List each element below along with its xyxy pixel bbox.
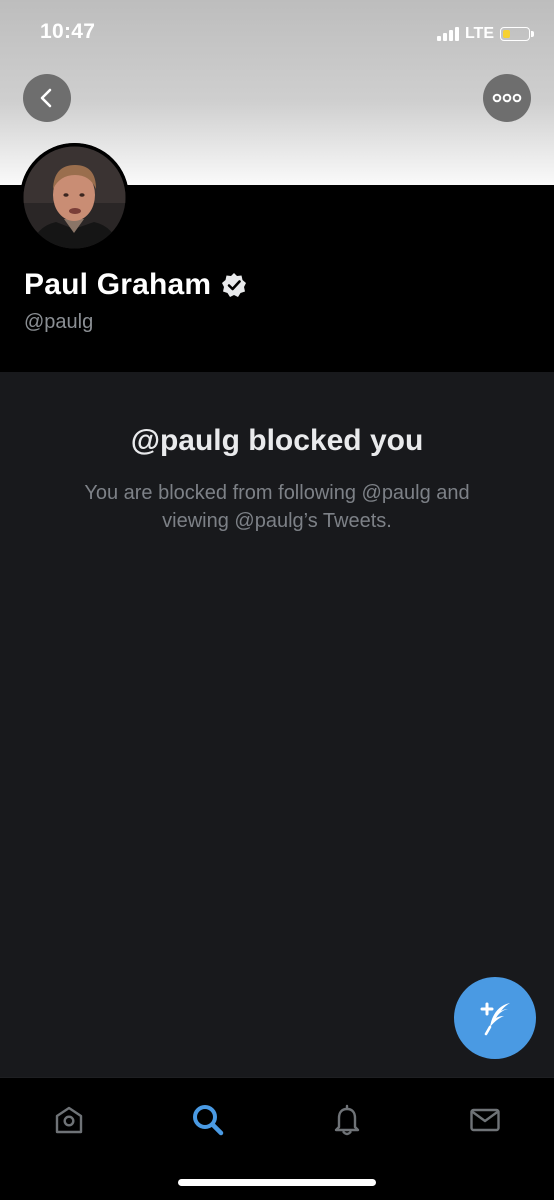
battery-icon: [500, 27, 534, 41]
home-icon: [55, 1106, 83, 1134]
profile-name: Paul Graham: [24, 268, 212, 301]
status-indicators: LTE: [436, 24, 534, 44]
profile-photo: [20, 143, 129, 252]
signal-icon: [436, 27, 459, 41]
tab-notifications[interactable]: [325, 1098, 369, 1142]
tab-messages[interactable]: [463, 1098, 507, 1142]
chevron-left-icon: [40, 88, 52, 108]
bell-icon: [334, 1104, 360, 1136]
battery-level: [503, 30, 510, 38]
mail-icon: [470, 1108, 500, 1132]
profile-handle: @paulg: [24, 311, 94, 333]
avatar[interactable]: [20, 143, 129, 252]
tab-home[interactable]: [47, 1098, 91, 1142]
status-time: 10:47: [40, 20, 96, 43]
network-type: LTE: [464, 25, 494, 42]
compose-tweet-button[interactable]: [454, 977, 536, 1059]
more-options-button[interactable]: [483, 74, 531, 122]
back-button[interactable]: [23, 74, 71, 122]
profile-name-row: Paul Graham: [24, 268, 247, 302]
blocked-message: You are blocked from following @paulg an…: [84, 482, 470, 532]
blocked-title: @paulg blocked you: [130, 424, 424, 457]
tab-search[interactable]: [186, 1098, 230, 1142]
status-bar: 10:47 LTE: [0, 0, 554, 60]
compose-tweet-icon: [480, 1002, 510, 1036]
search-icon: [193, 1105, 224, 1136]
more-horizontal-icon: [492, 93, 522, 103]
home-indicator[interactable]: [178, 1179, 376, 1186]
verified-badge-icon: [222, 273, 247, 297]
